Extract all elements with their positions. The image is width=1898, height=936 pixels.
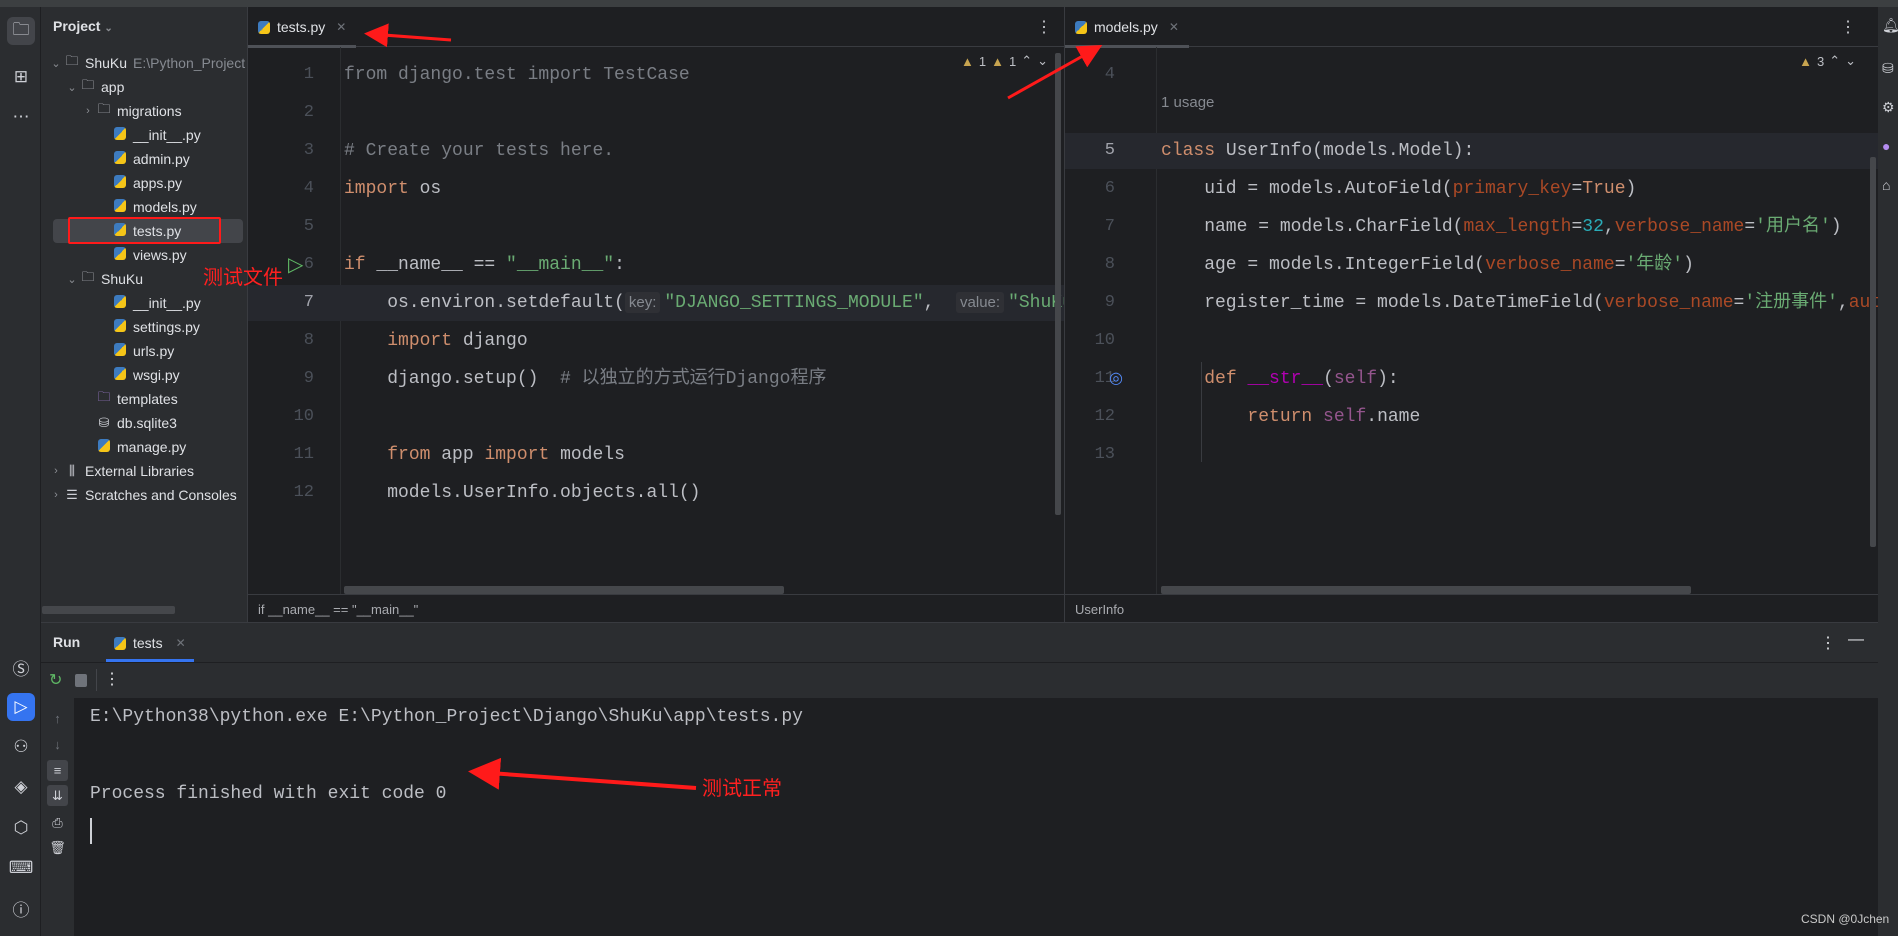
annotation-arrows xyxy=(364,23,1103,790)
arrow-to-tests-tab xyxy=(364,23,452,48)
watermark: CSDN @0Jchen xyxy=(1801,912,1890,926)
arrow-to-models-tab xyxy=(1007,45,1103,100)
arrow-to-exit-code xyxy=(468,757,697,790)
